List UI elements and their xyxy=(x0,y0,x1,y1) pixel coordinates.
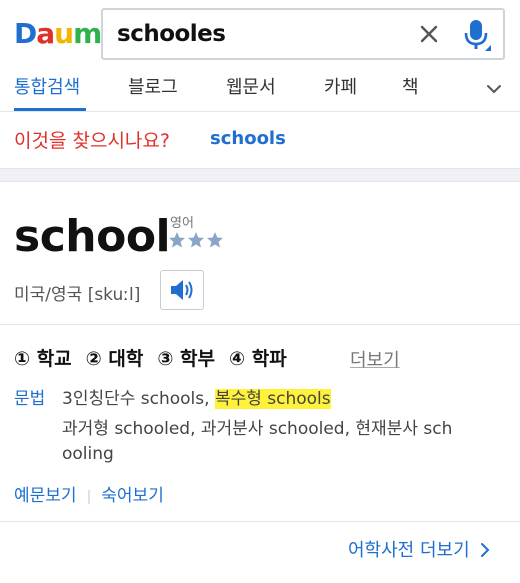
microphone-icon[interactable] xyxy=(461,18,491,52)
tab-blog[interactable]: 블로그 xyxy=(128,76,178,100)
grammar-line-2: 과거형 schooled, 과거분사 schooled, 현재분사 sch xyxy=(62,419,453,439)
meaning-list: ① 학교 ② 대학 ③ 학부 ④ 학파 xyxy=(14,344,301,371)
divider xyxy=(0,521,520,522)
chevron-right-icon xyxy=(481,543,490,557)
grammar-label: 문법 xyxy=(14,389,46,409)
star-icon xyxy=(188,232,204,248)
logo-letter-m: m xyxy=(73,17,102,50)
tab-integrated-search[interactable]: 통합검색 xyxy=(14,76,80,100)
star-icon xyxy=(169,232,185,248)
tab-cafe[interactable]: 카페 xyxy=(324,76,357,100)
examples-link[interactable]: 예문보기 xyxy=(14,486,77,506)
idioms-link[interactable]: 숙어보기 xyxy=(101,486,164,506)
grammar-line-1: 3인칭단수 schools, 복수형 schools xyxy=(62,384,331,409)
star-icon xyxy=(207,232,223,248)
meaning-item: ④ 학파 xyxy=(229,348,287,370)
tab-bar: 통합검색 블로그 웹문서 카페 책 xyxy=(0,70,520,112)
grammar-line-3: ooling xyxy=(62,444,114,464)
meaning-item: ③ 학부 xyxy=(157,348,216,370)
logo-letter-d: D xyxy=(14,17,37,50)
header: Daum schooles xyxy=(0,0,520,70)
entry-links: 예문보기 | 숙어보기 xyxy=(14,481,164,506)
star-rating xyxy=(169,232,223,248)
divider xyxy=(0,324,520,325)
daum-logo[interactable]: Daum xyxy=(14,17,102,50)
link-separator: | xyxy=(86,489,92,505)
section-gap xyxy=(0,168,520,182)
active-tab-indicator xyxy=(14,108,86,111)
grammar-third-person: 3인칭단수 schools, xyxy=(62,389,215,409)
search-input[interactable]: schooles xyxy=(101,8,505,60)
pronunciation: 미국/영국 [skuːl] xyxy=(14,285,141,305)
more-meanings-link[interactable]: 더보기 xyxy=(350,346,400,372)
close-icon[interactable] xyxy=(417,22,441,46)
logo-letter-u: u xyxy=(54,17,74,50)
meaning-item: ① 학교 xyxy=(14,348,72,370)
entry-language: 영어 xyxy=(170,216,194,231)
dictionary-more-label: 어학사전 더보기 xyxy=(348,540,470,561)
dictionary-more-link[interactable]: 어학사전 더보기 xyxy=(348,536,491,562)
entry-word[interactable]: school xyxy=(14,208,171,266)
grammar-plural-highlight: 복수형 schools xyxy=(214,389,331,409)
tab-books[interactable]: 책 xyxy=(402,76,419,100)
suggestion-question: 이것을 찾으시나요? xyxy=(14,130,170,152)
meaning-item: ② 대학 xyxy=(85,348,144,370)
play-pronunciation-button[interactable] xyxy=(160,270,204,310)
speaker-icon xyxy=(171,280,193,300)
spelling-suggestion: 이것을 찾으시나요? schools xyxy=(0,112,520,168)
chevron-down-icon[interactable] xyxy=(485,82,503,96)
suggestion-link[interactable]: schools xyxy=(210,128,286,149)
search-value[interactable]: schooles xyxy=(117,21,226,47)
tab-web-documents[interactable]: 웹문서 xyxy=(226,76,276,100)
logo-letter-a: a xyxy=(36,17,55,50)
